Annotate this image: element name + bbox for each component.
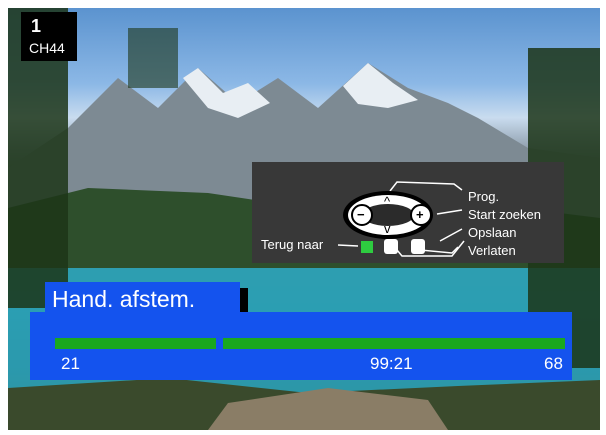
value-left: 21 (61, 354, 80, 373)
remote-help-panel: − + ^ v Prog. Start zoeken Opslaan Verla… (252, 162, 564, 263)
value-center: 99:21 (370, 354, 413, 373)
program-number: 1 (31, 16, 42, 36)
up-symbol: ^ (384, 194, 391, 209)
minus-symbol: − (357, 207, 365, 222)
center-tree (128, 28, 178, 88)
page-title: Hand. afstem. (45, 282, 240, 316)
back-label: Terug naar (261, 237, 324, 252)
plus-symbol: + (416, 207, 424, 222)
progress-bar-left (55, 338, 216, 349)
exit-key-icon (411, 239, 425, 254)
tuning-panel: 21 99:21 68 (30, 312, 572, 380)
channel-indicator: 1 CH44 (21, 12, 77, 61)
channel-label: CH44 (29, 40, 65, 56)
back-color-key (361, 241, 373, 253)
start-search-label: Start zoeken (468, 207, 541, 222)
down-symbol: v (384, 221, 391, 236)
save-label: Opslaan (468, 225, 517, 240)
progress-bar-right (223, 338, 565, 349)
exit-label: Verlaten (468, 243, 516, 258)
value-right: 68 (544, 354, 563, 373)
save-key-icon (384, 239, 398, 254)
prog-label: Prog. (468, 189, 500, 204)
